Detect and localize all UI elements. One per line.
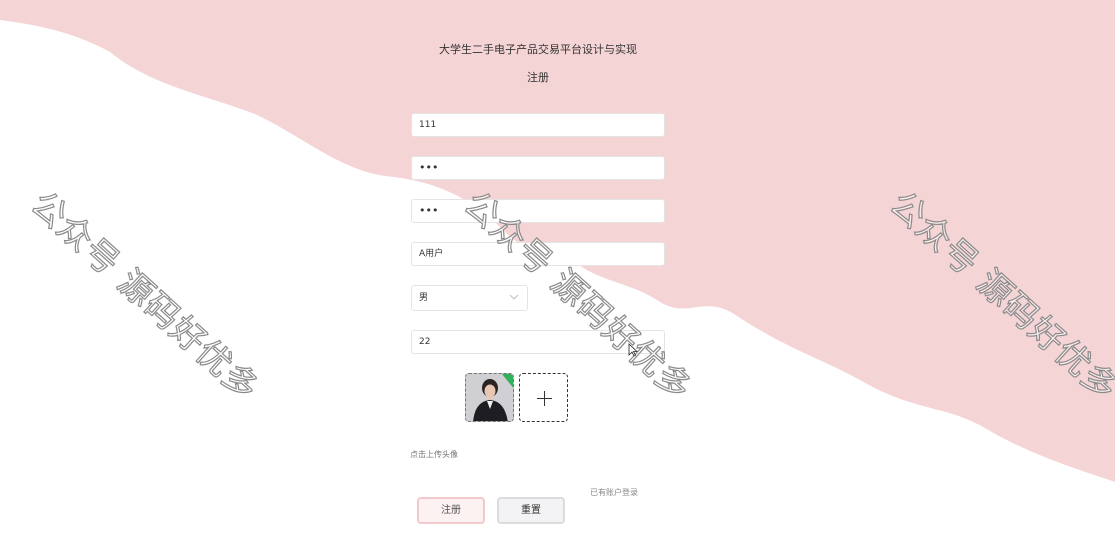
register-button[interactable]: 注册 (417, 497, 485, 524)
reset-button[interactable]: 重置 (497, 497, 565, 524)
avatar-photo (466, 374, 513, 421)
page-title: 大学生二手电子产品交易平台设计与实现 (439, 43, 637, 56)
name-input[interactable]: A用户 (411, 242, 665, 266)
account-input[interactable]: 111 (411, 113, 665, 137)
chevron-down-icon (509, 294, 519, 300)
page-subtitle: 注册 (527, 71, 549, 84)
gender-select-value: 男 (419, 293, 429, 303)
gender-select[interactable]: 男 (411, 285, 528, 311)
avatar[interactable] (465, 373, 514, 422)
age-input[interactable]: 22 (411, 330, 665, 354)
upload-avatar-button[interactable] (519, 373, 568, 422)
password-input[interactable]: ••• (411, 156, 665, 180)
mouse-cursor-icon (628, 343, 638, 357)
confirm-password-input[interactable]: ••• (411, 199, 665, 223)
avatar-upload-hint: 点击上传头像 (410, 450, 458, 459)
login-link[interactable]: 已有账户登录 (590, 487, 638, 498)
